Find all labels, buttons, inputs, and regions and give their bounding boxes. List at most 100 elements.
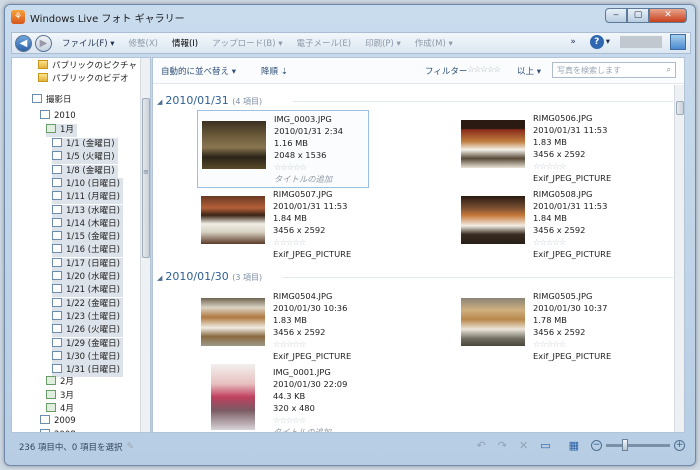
grid-scrollbar-thumb[interactable] [676,101,684,115]
photo-rating-stars[interactable]: ☆☆☆☆☆ [273,338,351,350]
toolbar-menu-item[interactable]: 印刷(P) ▾ [365,37,401,49]
photo-rating-stars[interactable]: ☆☆☆☆☆ [533,338,611,350]
calendar-icon [52,284,62,294]
tree-item-day[interactable]: 1/23 (土曜日) [52,310,123,324]
close-button[interactable]: ✕ [649,8,687,23]
photo-dimensions: 3456 x 2592 [533,149,586,159]
tree-item-day[interactable]: 1/21 (木曜日) [52,284,123,298]
slideshow-icon[interactable]: ▭ [540,439,550,452]
toolbar-menu-item[interactable]: 電子メール(E) [297,37,352,49]
help-icon[interactable]: ? [589,35,604,49]
toolbar-menu-item[interactable]: 作成(M) ▾ [415,37,453,49]
tree-item-year[interactable]: 2008 [40,428,76,432]
tree-item-day[interactable]: 1/10 (日曜日) [52,177,123,191]
edit-pencil-icon[interactable]: ✎ [127,442,135,452]
tree-item-day[interactable]: 1/5 (火曜日) [52,151,118,165]
sort-order-toggle[interactable]: 降順 ⇣ [261,65,288,77]
toolbar-menu-item[interactable]: 修整(X) [129,37,158,49]
collapse-triangle-icon[interactable]: ◢ [157,98,162,106]
photo-thumbnail[interactable] [202,121,266,169]
date-group-header[interactable]: ◢ 2010/01/30 (3 項目) [157,270,262,283]
photo-rating-stars[interactable]: ☆☆☆☆☆ [274,161,343,173]
tree-item-day[interactable]: 1/14 (木曜日) [52,217,123,231]
photo-thumbnail[interactable] [201,196,265,244]
zoom-out-icon[interactable]: − [591,440,602,451]
toolbar-menu-item[interactable]: アップロード(B) ▾ [212,37,282,49]
tree-item-public[interactable]: パブリックのピクチャ [38,60,137,73]
tree-scrollbar[interactable]: ≡ [140,58,150,432]
tree-item-year[interactable]: 2010 [40,110,76,123]
zoom-in-icon[interactable]: + [674,440,685,451]
tree-item-day[interactable]: 1/22 (金曜日) [52,297,123,311]
zoom-slider-knob[interactable] [622,439,628,451]
photo-caption[interactable]: Exif_JPEG_PICTURE [273,350,351,362]
photo-thumbnail[interactable] [461,120,525,168]
tree-item-day[interactable]: 1/20 (水曜日) [52,271,123,284]
help-dropdown-icon[interactable]: ▾ [606,37,610,47]
photo-item[interactable]: RIMG0504.JPG 2010/01/30 10:36 1.83 MB 3456 … [197,288,369,366]
photo-thumbnail[interactable] [201,298,265,346]
overflow-chevron-icon[interactable]: » [571,37,576,47]
minimize-button[interactable]: ‒ [605,8,627,23]
photo-caption[interactable]: タイトルの追加 [273,426,347,432]
sort-dropdown[interactable]: 自動的に並べ替え ▾ [161,65,236,77]
tree-item-day[interactable]: 1/11 (月曜日) [52,191,123,205]
delete-icon[interactable]: ✕ [519,439,528,452]
photo-caption[interactable]: Exif_JPEG_PICTURE [533,172,611,184]
info-pane-toggle-icon[interactable] [670,34,686,50]
photo-item[interactable]: RIMG0506.JPG 2010/01/31 11:53 1.83 MB 3456 … [457,110,629,188]
tree-item-month[interactable]: 2月 [46,376,74,389]
filter-min-dropdown[interactable]: 以上 ▾ [517,65,541,77]
tree-item-day[interactable]: 1/13 (水曜日) [52,204,123,218]
tree-item-capture-date[interactable]: 撮影日 [32,94,72,107]
photo-rating-stars[interactable]: ☆☆☆☆☆ [533,160,611,172]
rotate-left-icon[interactable]: ↶ [477,439,486,452]
tree-item-day[interactable]: 1/30 (土曜日) [52,350,123,364]
tree-item-day[interactable]: 1/1 (金曜日) [52,138,118,151]
photo-thumbnail[interactable] [461,298,525,346]
photo-item[interactable]: IMG_0003.JPG 2010/01/31 2:34 1.16 MB 2048 x… [197,110,369,188]
tree-item-year[interactable]: 2009 [40,415,76,428]
tree-item-label: パブリックのビデオ [52,74,129,84]
tree-item-month[interactable]: 3月 [46,389,74,403]
photo-rating-stars[interactable]: ☆☆☆☆☆ [533,236,611,248]
photo-gallery-app-icon[interactable]: ⚘ [11,10,25,24]
collapse-triangle-icon[interactable]: ◢ [157,274,162,282]
tree-item-day[interactable]: 1/16 (土曜日) [52,244,123,258]
grid-scrollbar[interactable] [674,85,684,432]
tree-item-day[interactable]: 1/29 (金曜日) [52,337,123,351]
photo-caption[interactable]: Exif_JPEG_PICTURE [533,248,611,260]
search-icon[interactable]: ⌕ [667,65,671,75]
tree-item-day[interactable]: 1/26 (火曜日) [52,324,123,338]
photo-caption[interactable]: Exif_JPEG_PICTURE [533,350,611,362]
tree-item-day[interactable]: 1/8 (金曜日) [52,164,118,178]
zoom-slider[interactable] [606,439,670,451]
date-group-header[interactable]: ◢ 2010/01/31 (4 項目) [157,94,262,107]
toolbar-menu-item[interactable]: 情報(I) [172,37,198,49]
photo-caption[interactable]: Exif_JPEG_PICTURE [273,248,351,260]
photo-item[interactable]: IMG_0001.JPG 2010/01/30 22:09 44.3 KB 320 x… [197,364,369,432]
tree-item-day[interactable]: 1/17 (日曜日) [52,257,123,271]
search-input[interactable]: 写真を検索します ⌕ [552,62,676,78]
photo-item[interactable]: RIMG0505.JPG 2010/01/30 10:37 1.78 MB 3456 … [457,288,629,366]
maximize-button[interactable]: ▢ [627,8,649,23]
thumbnail-view-icon[interactable]: ▦ [569,439,579,452]
photo-caption[interactable]: タイトルの追加 [274,173,343,185]
photo-item[interactable]: RIMG0507.JPG 2010/01/31 11:53 1.84 MB 3456 … [197,186,369,264]
filter-rating-stars[interactable]: ☆☆☆☆☆ [467,65,501,75]
photo-thumbnail[interactable] [211,364,255,430]
photo-rating-stars[interactable]: ☆☆☆☆☆ [273,414,347,426]
toolbar-menu-item[interactable]: ファイル(F) ▾ [62,37,115,49]
photo-dimensions: 320 x 480 [273,403,315,413]
tree-item-month[interactable]: 1月 [46,124,77,137]
forward-button[interactable]: ▶ [35,34,52,52]
rotate-right-icon[interactable]: ↷ [498,439,507,452]
tree-scrollbar-thumb[interactable] [142,98,150,258]
tree-item-public[interactable]: パブリックのビデオ [38,73,129,86]
photo-thumbnail[interactable] [461,196,525,244]
photo-rating-stars[interactable]: ☆☆☆☆☆ [273,236,351,248]
user-account-button[interactable] [620,36,662,48]
tree-item-day[interactable]: 1/15 (金曜日) [52,231,123,245]
photo-item[interactable]: RIMG0508.JPG 2010/01/31 11:53 1.84 MB 3456 … [457,186,629,264]
back-button[interactable]: ◀ [15,34,32,52]
